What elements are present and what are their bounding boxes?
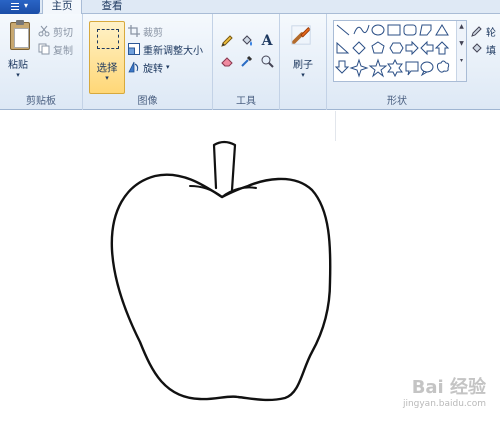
- six-point-star-shape-icon: [387, 58, 403, 78]
- paste-label: 粘贴: [8, 60, 28, 71]
- tab-home[interactable]: 主页: [42, 0, 82, 15]
- rotate-icon: [128, 61, 140, 73]
- eyedropper-icon: [241, 55, 253, 67]
- diamond-shape-icon: [352, 41, 366, 55]
- up-arrow-shape-icon: [434, 41, 450, 55]
- shapes-scrollbar[interactable]: ▲ ▼ ▾: [456, 21, 466, 81]
- clipboard-group-label: 剪贴板: [26, 96, 56, 107]
- right-triangle-shape-icon: [336, 41, 350, 54]
- fill-button[interactable]: 填: [471, 40, 496, 58]
- four-point-star-shape-icon: [349, 58, 369, 78]
- paste-button[interactable]: 粘贴 ▾: [2, 16, 34, 86]
- pencil-icon: [221, 35, 233, 47]
- select-label: 选择: [96, 62, 118, 74]
- left-arrow-shape-icon: [420, 40, 434, 56]
- watermark-sub: jingyan.baidu.com: [402, 399, 486, 409]
- brush-label: 刷子: [293, 60, 313, 71]
- expand-gallery-icon: ▾: [459, 57, 463, 64]
- chevron-down-icon: ▾: [301, 71, 305, 79]
- rounded-callout-shape-icon: [405, 61, 419, 76]
- watermark: Bai 经验 jingyan.baidu.com: [403, 373, 486, 409]
- rounded-rectangle-shape-icon: [403, 24, 417, 36]
- image-group-label: 图像: [137, 96, 158, 107]
- tab-view[interactable]: 查看: [92, 0, 132, 15]
- crop-label: 裁剪: [143, 27, 163, 39]
- clipboard-icon: [10, 20, 30, 50]
- chevron-down-icon: ▼: [459, 40, 464, 47]
- cut-label: 剪切: [53, 27, 73, 39]
- eraser-tool[interactable]: [219, 53, 235, 69]
- copy-button[interactable]: 复制: [38, 40, 73, 58]
- outline-label: 轮: [486, 27, 496, 39]
- rotate-button[interactable]: 旋转 ▾: [128, 58, 170, 76]
- cloud-callout-shape-icon: [436, 60, 450, 73]
- copy-label: 复制: [53, 45, 73, 57]
- cut-button[interactable]: 剪切: [38, 22, 73, 40]
- paint-bucket-icon: [242, 35, 252, 46]
- hexagon-shape-icon: [389, 42, 404, 54]
- crop-icon: [128, 25, 140, 37]
- outline-pencil-icon: [471, 25, 483, 37]
- resize-label: 重新调整大小: [143, 45, 203, 57]
- eraser-icon: [221, 57, 233, 67]
- scissors-icon: [38, 25, 50, 37]
- pencil-tool[interactable]: [219, 33, 235, 49]
- tools-group-label: 工具: [236, 96, 256, 107]
- resize-icon: [128, 43, 140, 55]
- menu-lines-icon: [11, 3, 19, 10]
- polygon-shape-icon: [419, 24, 432, 36]
- chevron-up-icon: ▲: [459, 23, 464, 30]
- fill-bucket-icon: [471, 43, 483, 55]
- resize-button[interactable]: 重新调整大小: [128, 40, 203, 58]
- five-point-star-shape-icon: [368, 58, 388, 78]
- rectangle-shape-icon: [387, 24, 401, 36]
- magnifier-icon: [261, 55, 274, 68]
- curve-shape-icon: [353, 24, 370, 35]
- line-shape-icon: [336, 24, 350, 36]
- pentagon-shape-icon: [371, 41, 385, 54]
- selection-rectangle-icon: [97, 29, 119, 49]
- chevron-down-icon: ▾: [105, 74, 109, 82]
- oval-callout-shape-icon: [420, 61, 434, 77]
- brushes-button[interactable]: 刷子 ▾: [283, 18, 323, 88]
- magnifier-tool[interactable]: [259, 53, 275, 69]
- fill-tool[interactable]: [239, 33, 255, 49]
- color-picker-tool[interactable]: [239, 53, 255, 69]
- fill-label: 填: [486, 45, 496, 57]
- down-arrow-shape-icon: [334, 60, 350, 74]
- watermark-main: Bai 经验: [411, 377, 486, 398]
- brush-icon: [291, 25, 311, 45]
- shapes-gallery[interactable]: [333, 20, 467, 82]
- chevron-down-icon: ▾: [166, 63, 170, 71]
- file-menu-button[interactable]: ▾: [0, 0, 40, 14]
- copy-icon: [38, 43, 50, 55]
- select-button[interactable]: 选择 ▾: [89, 21, 125, 94]
- oval-shape-icon: [371, 24, 385, 36]
- ribbon-tab-bar: ▾ 主页 查看: [0, 0, 500, 15]
- chevron-down-icon: ▾: [24, 1, 29, 10]
- crop-button[interactable]: 裁剪: [128, 22, 163, 40]
- shapes-group-label: 形状: [387, 96, 407, 107]
- canvas-edge: [335, 111, 336, 141]
- triangle-shape-icon: [435, 24, 449, 36]
- text-tool[interactable]: A: [259, 33, 275, 49]
- chevron-down-icon: ▾: [16, 71, 20, 79]
- ribbon: 粘贴 ▾ 剪切 复制 剪贴板 图像 选择 ▾ 裁剪 重新调整大小 旋转 ▾ 工具…: [0, 14, 500, 110]
- clipboard-group: 粘贴 ▾ 剪切 复制 剪贴板: [0, 14, 83, 110]
- rotate-label: 旋转: [143, 63, 163, 75]
- outline-button[interactable]: 轮: [471, 22, 496, 40]
- right-arrow-shape-icon: [405, 40, 419, 56]
